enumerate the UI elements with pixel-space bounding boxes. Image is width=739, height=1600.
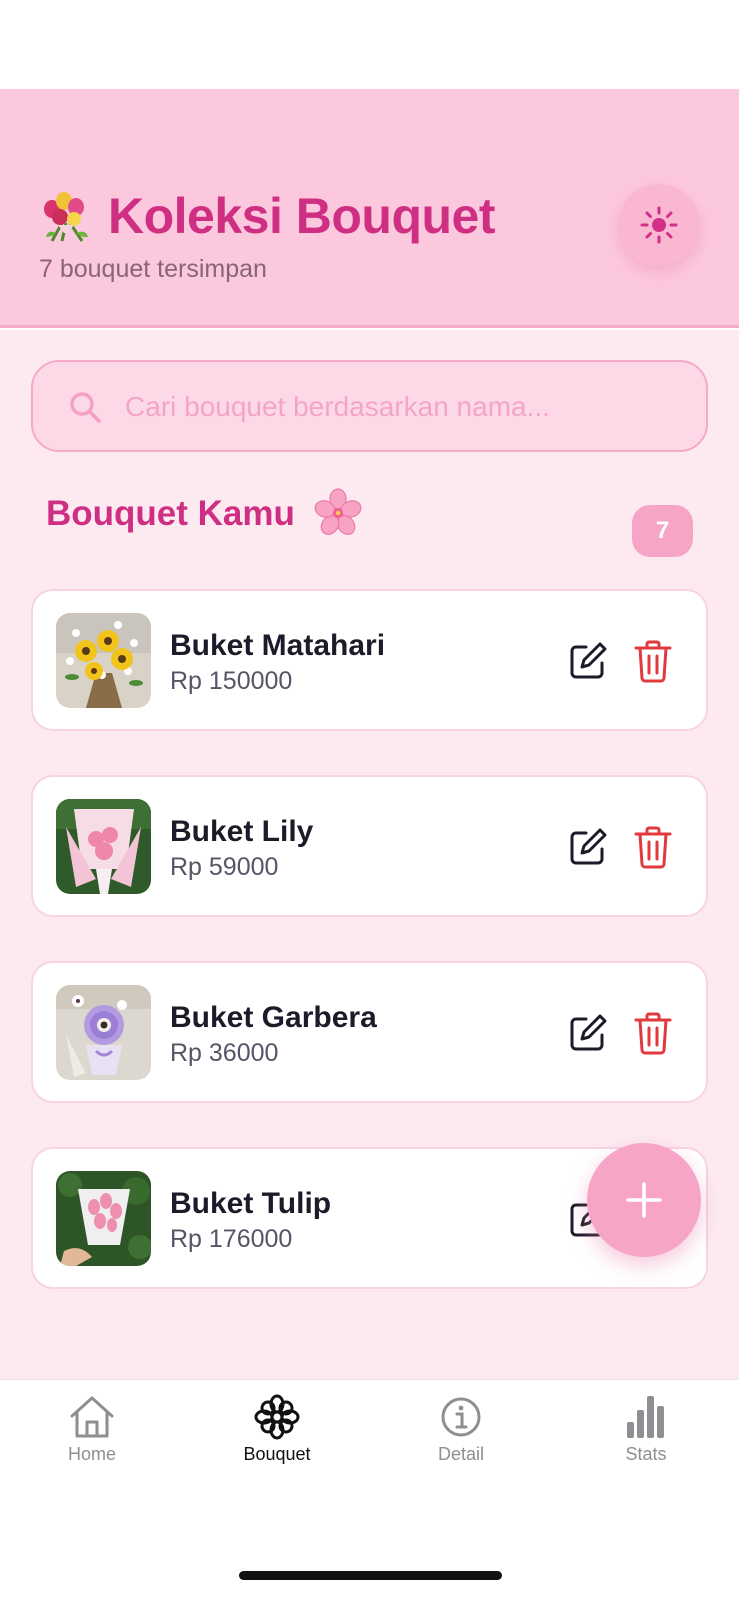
- pink-lily-bouquet-photo: [56, 799, 151, 894]
- sun-icon: [640, 206, 678, 244]
- nav-item-home[interactable]: Home: [22, 1394, 162, 1474]
- bouquet-name: Buket Garbera: [170, 1001, 377, 1034]
- search-bar[interactable]: [31, 360, 708, 452]
- trash-icon[interactable]: [633, 639, 673, 683]
- nav-item-stats[interactable]: Stats: [576, 1394, 716, 1474]
- bouquet-name: Buket Tulip: [170, 1187, 332, 1220]
- bouquet-count-subtitle: 7 bouquet tersimpan: [39, 255, 267, 283]
- add-bouquet-button[interactable]: [587, 1143, 701, 1257]
- edit-icon[interactable]: [566, 825, 610, 869]
- bouquet-price: Rp 59000: [170, 853, 279, 881]
- edit-icon[interactable]: [566, 639, 610, 683]
- theme-toggle-button[interactable]: [618, 184, 700, 266]
- page-title: Koleksi Bouquet: [108, 188, 495, 244]
- cherry-blossom-emoji-icon: [314, 488, 362, 535]
- trash-icon[interactable]: [633, 1011, 673, 1055]
- plus-icon: [626, 1182, 662, 1218]
- flower-icon: [254, 1394, 300, 1440]
- app-screen: Koleksi Bouquet 7 bouquet tersimpan Cari…: [0, 0, 739, 1600]
- header: Koleksi Bouquet 7 bouquet tersimpan: [0, 89, 739, 328]
- bar-chart-icon: [627, 1396, 664, 1438]
- sunflower-bouquet-photo: [56, 613, 151, 708]
- purple-gerbera-bouquet-photo: [56, 985, 151, 1080]
- bouquet-emoji-icon: [44, 192, 88, 242]
- pink-tulip-bouquet-photo: [56, 1171, 151, 1266]
- bouquet-name: Buket Lily: [170, 815, 314, 848]
- status-bar-area: [0, 0, 739, 89]
- nav-item-detail[interactable]: Detail: [391, 1394, 531, 1474]
- section-title: Bouquet Kamu: [46, 494, 295, 533]
- bouquet-card[interactable]: Buket Garbera Rp 36000: [31, 961, 708, 1103]
- bouquet-card[interactable]: Buket Matahari Rp 150000: [31, 589, 708, 731]
- search-icon: [70, 392, 101, 423]
- bouquet-price: Rp 36000: [170, 1039, 279, 1067]
- count-badge: 7: [632, 505, 693, 557]
- info-icon: [441, 1397, 481, 1437]
- bouquet-price: Rp 176000: [170, 1225, 293, 1253]
- nav-label: Detail: [437, 1444, 485, 1464]
- bouquet-name: Buket Matahari: [170, 629, 386, 662]
- home-indicator: [239, 1571, 502, 1580]
- nav-item-bouquet[interactable]: Bouquet: [207, 1394, 347, 1474]
- trash-icon[interactable]: [633, 825, 673, 869]
- bouquet-card[interactable]: Buket Lily Rp 59000: [31, 775, 708, 917]
- bouquet-price: Rp 150000: [170, 667, 293, 695]
- nav-label: Bouquet: [243, 1444, 311, 1464]
- nav-label: Home: [67, 1444, 116, 1464]
- home-icon: [70, 1396, 114, 1438]
- nav-label: Stats: [625, 1444, 667, 1464]
- bottom-navigation: Home Bouquet Detail Stats: [0, 1379, 739, 1600]
- search-input[interactable]: [123, 380, 683, 434]
- edit-icon[interactable]: [566, 1011, 610, 1055]
